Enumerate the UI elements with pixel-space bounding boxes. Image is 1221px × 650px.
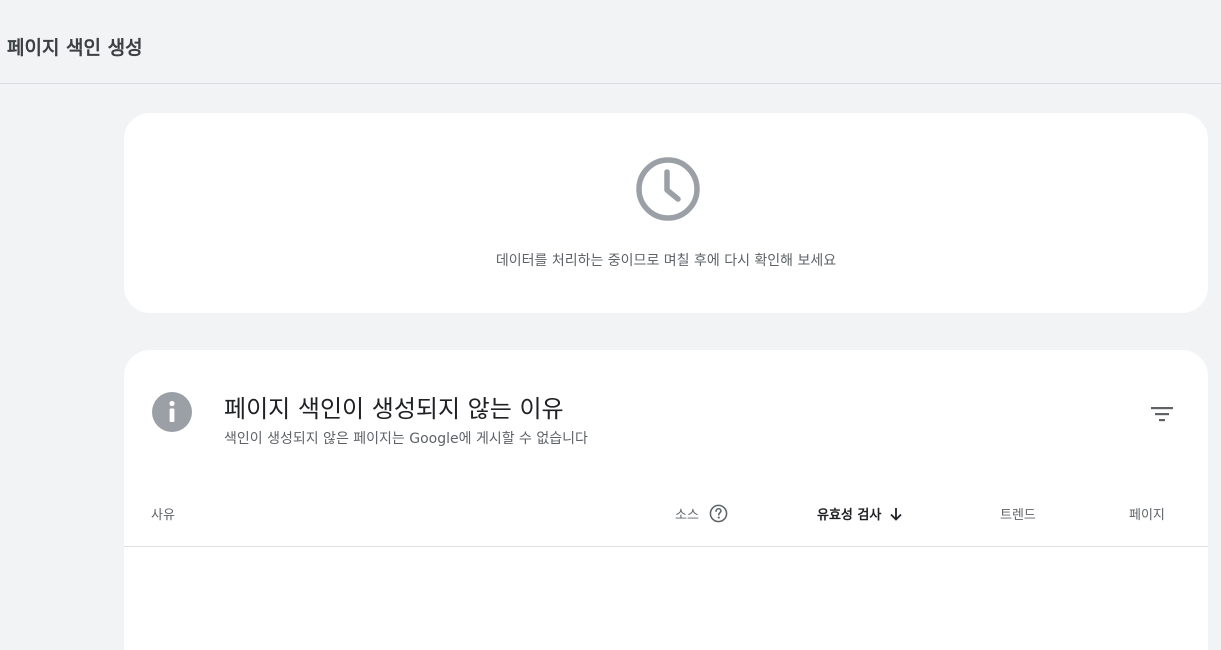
column-header-validation-label: 유효성 검사 bbox=[817, 508, 882, 523]
filter-icon[interactable] bbox=[1148, 400, 1176, 428]
column-header-source[interactable]: 소스 bbox=[675, 504, 728, 523]
column-header-validation[interactable]: 유효성 검사 bbox=[817, 504, 903, 523]
page-header: 페이지 색인 생성 bbox=[0, 0, 1221, 84]
arrow-down-icon bbox=[890, 507, 902, 521]
reasons-subtitle: 색인이 생성되지 않은 페이지는 Google에 게시할 수 없습니다 bbox=[224, 431, 588, 447]
help-icon[interactable] bbox=[709, 504, 728, 523]
column-header-source-label: 소스 bbox=[675, 508, 699, 523]
info-icon bbox=[152, 392, 192, 432]
processing-message: 데이터를 처리하는 중이므로 며칠 후에 다시 확인해 보세요 bbox=[495, 253, 837, 269]
table-header: 사유 소스 유효성 검사 트렌드 페이지 bbox=[124, 490, 1208, 547]
column-header-reason[interactable]: 사유 bbox=[151, 504, 175, 523]
column-header-trend[interactable]: 트렌드 bbox=[1000, 504, 1036, 523]
clock-icon bbox=[636, 157, 700, 221]
processing-card: 데이터를 처리하는 중이므로 며칠 후에 다시 확인해 보세요 bbox=[124, 113, 1208, 313]
page-title: 페이지 색인 생성 bbox=[7, 37, 143, 59]
reasons-title: 페이지 색인이 생성되지 않는 이유 bbox=[224, 395, 564, 423]
column-header-pages[interactable]: 페이지 bbox=[1129, 504, 1165, 523]
not-indexed-reasons-card: 페이지 색인이 생성되지 않는 이유 색인이 생성되지 않은 페이지는 Goog… bbox=[124, 350, 1208, 650]
